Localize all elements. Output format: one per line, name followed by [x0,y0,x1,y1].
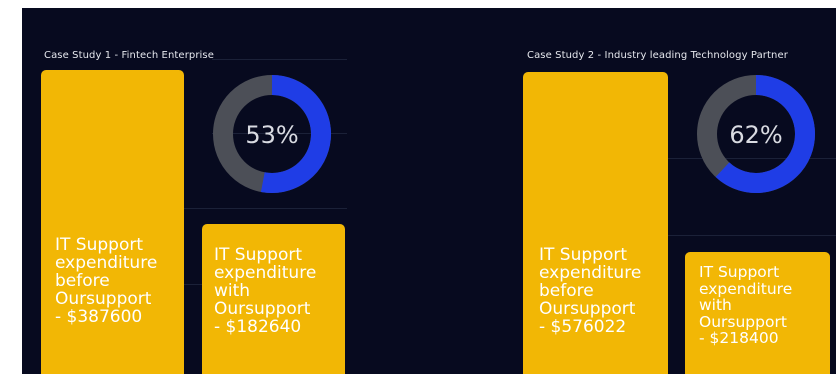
bar-with: IT Support expenditure with Oursupport -… [202,224,345,374]
bar-label: IT Support expenditure before Oursupport… [539,245,642,337]
chart-title: Case Study 1 - Fintech Enterprise [44,50,214,61]
donut-chart: 53% [213,75,331,193]
bar-label: IT Support expenditure with Oursupport -… [214,245,317,337]
chart-title: Case Study 2 - Industry leading Technolo… [527,50,788,61]
bar-label: IT Support expenditure with Oursupport -… [699,263,793,347]
grid-line [182,208,347,209]
grid-line [668,235,836,236]
bar-before: IT Support expenditure before Oursupport… [41,70,184,374]
bar-before: IT Support expenditure before Oursupport… [523,72,668,374]
grid-line [212,59,347,60]
donut-label: 62% [729,121,782,149]
chart-stage: Case Study 1 - Fintech Enterprise IT Sup… [22,8,836,374]
bar-with: IT Support expenditure with Oursupport -… [685,252,830,374]
donut-label: 53% [245,121,298,149]
donut-chart: 62% [697,75,815,193]
bar-label: IT Support expenditure before Oursupport… [55,235,158,327]
grid-line [182,284,202,285]
